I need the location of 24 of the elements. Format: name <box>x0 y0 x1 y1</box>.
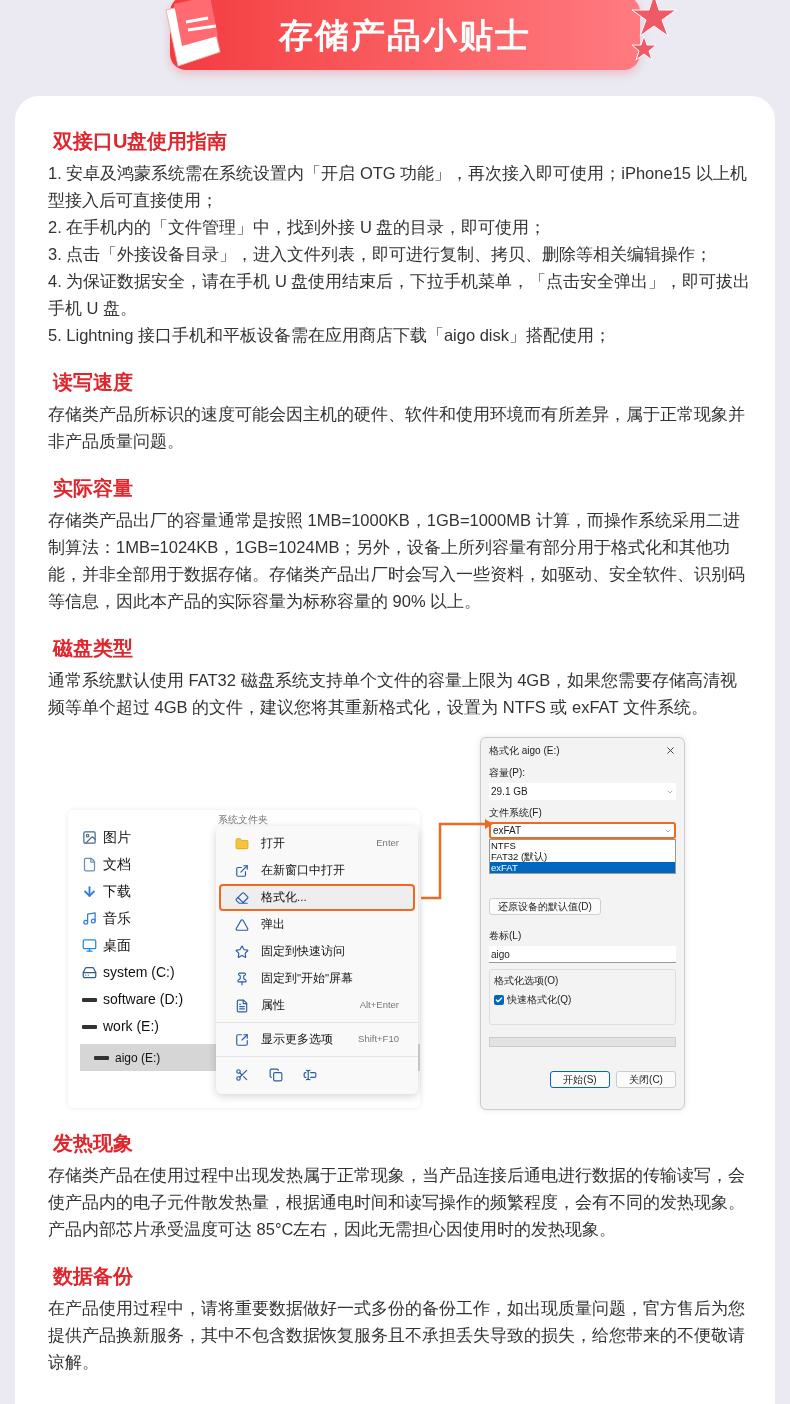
section-heading: 实际容量 <box>52 476 134 501</box>
body-text: 通常系统默认使用 FAT32 磁盘系统支持单个文件的容量上限为 4GB，如果您需要存储高清视频等单个超过 4GB 的文件，建议您将其重新格式化，设置为 NTFS 或 exFAT 文件系统。 <box>48 670 739 718</box>
body-text: 存储类产品在使用过程中出现发热属于正常现象，当产品连接后通电进行数据的传输读写，会使产品内的电子元件散发热量，根据通电时间和读写操作的频繁程度，会有不同的发热现象。产品内部芯片承受温度可达 85°C左右，因此无需担心因使用时的发热现象。 <box>48 1165 746 1240</box>
section-heading: 发热现象 <box>52 1131 134 1156</box>
banner-title: 存储产品小贴士 <box>279 14 531 56</box>
body-text: 存储类产品出厂的容量通常是按照 1MB=1000KB，1GB=1000MB 计算，而操作系统采用二进制算法：1MB=1024KB，1GB=1024MB；另外，设备上所列容量有部分用于格式化和其他功能，并非全部用于数据存储。存储类产品出厂时会写入一些资料，如驱动、安全软件、识别码等信息，因此本产品的实际容量为标称容量的 90% 以上。 <box>48 510 746 612</box>
section-heading: 读写速度 <box>51 370 134 395</box>
section-heading: 双接口U盘使用指南 <box>51 129 229 154</box>
field-label: 文件系统(F) <box>489 806 543 820</box>
body-text: 存储类产品所标识的速度可能会因主机的硬件、软件和使用环境而有所差异，属于正常现象并非产品质量问题。 <box>48 404 746 452</box>
group-label: 格式化选项(O) <box>494 974 560 988</box>
checkbox-label: 快速格式化(Q) <box>507 993 572 1007</box>
field-label: 容量(P): <box>489 766 527 780</box>
body-text: 5. Lightning 接口手机和平板设备需在应用商店下载「aigo disk」搭配使用； <box>48 325 613 346</box>
body-text: 4. 为保证数据安全，请在手机 U 盘使用结束后，下拉手机菜单，「点击安全弹出」，即可拔出手机 U 盘。 <box>48 271 751 319</box>
section-heading: 数据备份 <box>52 1264 134 1289</box>
body-text: 2. 在手机内的「文件管理」中，找到外接 U 盘的目录，即可使用； <box>48 217 548 238</box>
body-text: 3. 点击「外接设备目录」，进入文件列表，即可进行复制、拷贝、删除等相关编辑操作； <box>48 244 714 265</box>
section-heading: 磁盘类型 <box>51 636 134 661</box>
folder-label: 系统文件夹 <box>218 814 268 826</box>
body-text: 1. 安卓及鸿蒙系统需在系统设置内「开启 OTG 功能」，再次接入即可使用；iPhone15 以上机型接入后可直接使用； <box>48 163 748 211</box>
body-text: 在产品使用过程中，请将重要数据做好一式多份的备份工作，如出现质量问题，官方售后为您提供产品换新服务，其中不包含数据恢复服务且不承担丢失导致的损失，给您带来的不便敬请谅解。 <box>48 1298 746 1373</box>
dialog-title: 格式化 aigo (E:) <box>489 743 560 758</box>
field-label: 卷标(L) <box>489 929 523 943</box>
